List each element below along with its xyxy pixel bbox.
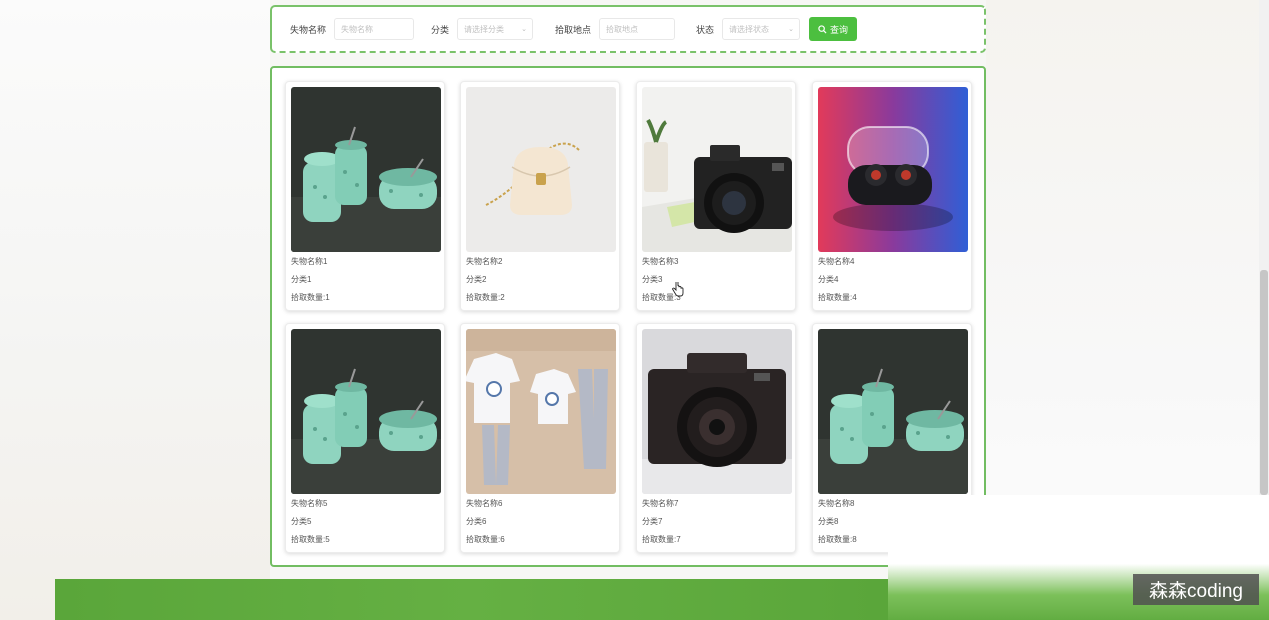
- item-image[interactable]: [642, 329, 792, 494]
- item-category: 分类4: [818, 275, 839, 284]
- search-bar: 失物名称 失物名称 分类 请选择分类 ⌄ 拾取地点 拾取地点 状态 请选择状态 …: [270, 5, 986, 53]
- item-image[interactable]: [291, 87, 441, 252]
- item-name: 失物名称7: [642, 499, 679, 508]
- location-input[interactable]: 拾取地点: [599, 18, 676, 40]
- item-name: 失物名称4: [818, 257, 855, 266]
- item-count: 拾取数量:7: [642, 535, 681, 544]
- item-category: 分类8: [818, 517, 839, 526]
- chevron-down-icon: ⌄: [521, 26, 528, 33]
- search-field-location: 拾取地点 拾取地点: [555, 17, 676, 41]
- search-button[interactable]: 查询: [809, 17, 857, 41]
- item-category: 分类3: [642, 275, 663, 284]
- item-name: 失物名称3: [642, 257, 679, 266]
- scrollbar-thumb[interactable]: [1260, 270, 1268, 495]
- item-category: 分类7: [642, 517, 663, 526]
- item-image[interactable]: [818, 329, 968, 494]
- item-card[interactable]: 失物名称3 分类3 拾取数量:3: [636, 81, 796, 311]
- item-count: 拾取数量:4: [818, 293, 857, 302]
- item-card[interactable]: 失物名称5 分类5 拾取数量:5: [285, 323, 445, 553]
- chevron-down-icon: ⌄: [788, 26, 795, 33]
- item-grid: 失物名称1 分类1 拾取数量:1 失物名称2 分类2 拾取数量:2 失物名称3 …: [270, 66, 986, 567]
- item-count: 拾取数量:8: [818, 535, 857, 544]
- item-card[interactable]: 失物名称2 分类2 拾取数量:2: [460, 81, 620, 311]
- status-select[interactable]: 请选择状态 ⌄: [722, 18, 801, 40]
- background-left: [0, 0, 270, 620]
- item-image[interactable]: [291, 329, 441, 494]
- field-label-status: 状态: [696, 24, 715, 35]
- item-image[interactable]: [466, 87, 616, 252]
- item-name: 失物名称1: [291, 257, 328, 266]
- item-category: 分类6: [466, 517, 487, 526]
- search-icon: [818, 24, 827, 34]
- name-input[interactable]: 失物名称: [334, 18, 415, 40]
- item-card[interactable]: 失物名称6 分类6 拾取数量:6: [460, 323, 620, 553]
- item-count: 拾取数量:6: [466, 535, 505, 544]
- item-count: 拾取数量:5: [291, 535, 330, 544]
- item-image[interactable]: [466, 329, 616, 494]
- item-category: 分类2: [466, 275, 487, 284]
- item-count: 拾取数量:1: [291, 293, 330, 302]
- field-label-name: 失物名称: [290, 24, 327, 35]
- item-name: 失物名称6: [466, 499, 503, 508]
- search-field-name: 失物名称 失物名称: [290, 17, 415, 41]
- item-category: 分类5: [291, 517, 312, 526]
- field-label-location: 拾取地点: [555, 24, 592, 35]
- item-name: 失物名称5: [291, 499, 328, 508]
- item-name: 失物名称2: [466, 257, 503, 266]
- hand-cursor-icon: [672, 282, 684, 297]
- item-category: 分类1: [291, 275, 312, 284]
- item-image[interactable]: [818, 87, 968, 252]
- field-label-category: 分类: [431, 24, 450, 35]
- item-count: 拾取数量:2: [466, 293, 505, 302]
- watermark: 森森coding: [1133, 574, 1259, 605]
- search-field-status: 状态 请选择状态 ⌄: [696, 17, 801, 41]
- page-footer: [55, 579, 888, 620]
- search-field-category: 分类 请选择分类 ⌄: [431, 17, 534, 41]
- item-name: 失物名称8: [818, 499, 855, 508]
- item-card[interactable]: 失物名称7 分类7 拾取数量:7: [636, 323, 796, 553]
- category-select[interactable]: 请选择分类 ⌄: [457, 18, 534, 40]
- item-card[interactable]: 失物名称1 分类1 拾取数量:1: [285, 81, 445, 311]
- item-card[interactable]: 失物名称4 分类4 拾取数量:4: [812, 81, 972, 311]
- item-image[interactable]: [642, 87, 792, 252]
